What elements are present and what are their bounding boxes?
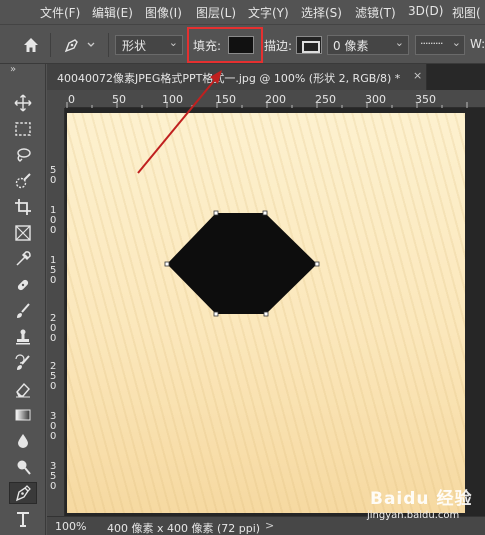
zoom-level[interactable]: 100% [55, 520, 86, 533]
chevron-right-icon[interactable]: > [265, 519, 274, 532]
document-info: 400 像素 x 400 像素 (72 ppi) [107, 522, 261, 535]
watermark-brand: Baidu 经验 [370, 489, 473, 509]
baidu-jingyan-watermark: Baidu 经验 jingyan.baidu.com [364, 474, 474, 524]
annotation-arrow [137, 70, 222, 174]
watermark-url: jingyan.baidu.com [367, 510, 460, 521]
